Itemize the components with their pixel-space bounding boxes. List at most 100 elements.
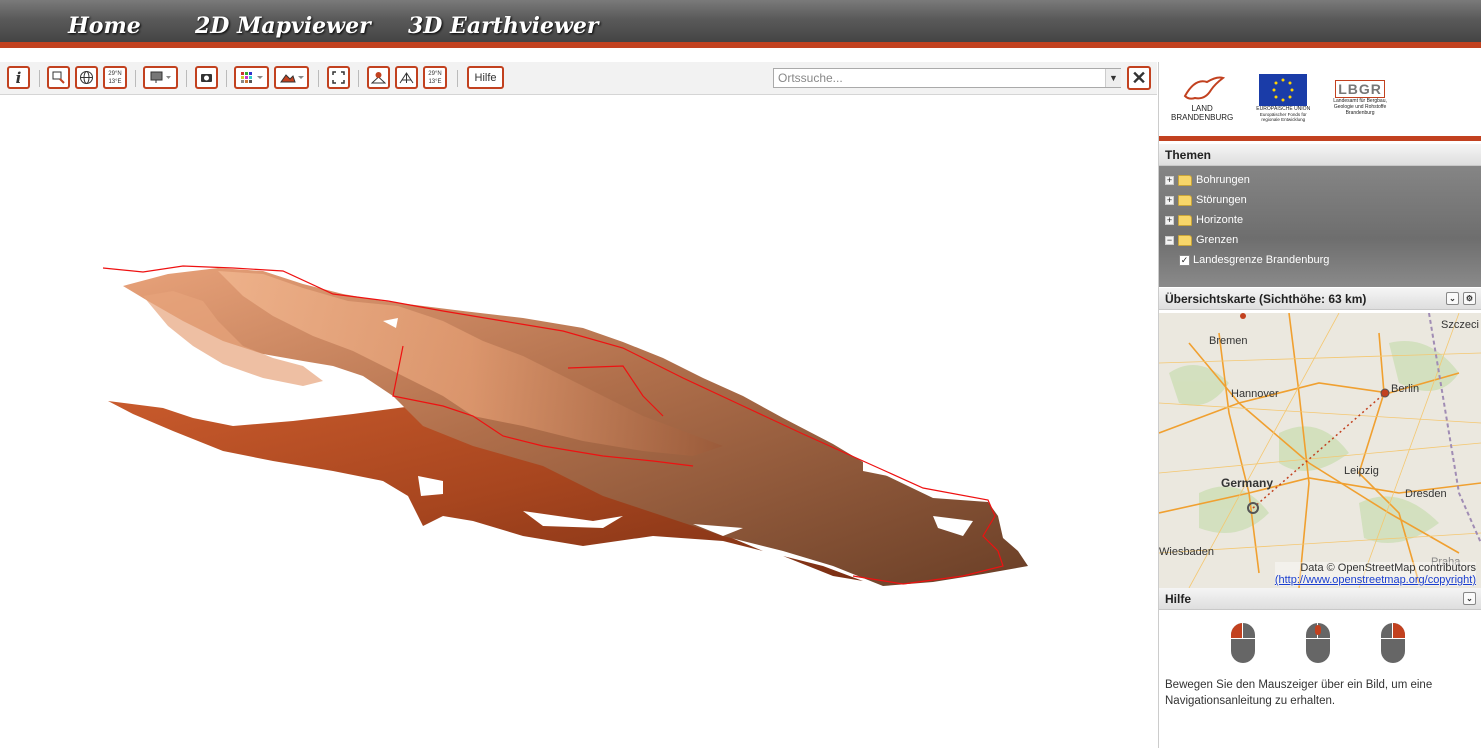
help-title: Hilfe: [1165, 591, 1192, 606]
tree-item-horizonte[interactable]: + Horizonte: [1165, 212, 1243, 228]
attribution-link[interactable]: (http://www.openstreetmap.org/copyright): [1275, 574, 1476, 586]
coordinates-grid-button[interactable]: 29°N 13°E: [423, 66, 447, 89]
land-line1: LAND: [1191, 104, 1213, 113]
land-line2: BRANDENBURG: [1171, 113, 1234, 122]
info-icon: i: [15, 68, 22, 87]
toolbar-divider: [39, 70, 40, 87]
close-icon: ✕: [1131, 67, 1147, 88]
3d-geology-model[interactable]: [3, 96, 1153, 746]
display-mode-dropdown[interactable]: [143, 66, 178, 89]
folder-open-icon: [1178, 234, 1192, 246]
nav-tab-2d-mapviewer[interactable]: 2D Mapviewer: [174, 6, 371, 46]
folder-icon: [1178, 174, 1192, 186]
tree-item-label: Störungen: [1196, 194, 1247, 206]
eu-logo: EUROPÄISCHE UNION Europäischer Fonds für…: [1253, 74, 1313, 122]
themen-tree: + Bohrungen + Störungen + Horizonte − Gr…: [1159, 166, 1481, 287]
toolbar-divider: [358, 70, 359, 87]
view-top-icon: [371, 72, 386, 84]
city-label: Hannover: [1231, 388, 1279, 400]
screenshot-button[interactable]: [195, 66, 218, 89]
folder-icon: [1178, 214, 1192, 226]
location-search-input[interactable]: [773, 68, 1121, 88]
overview-title: Übersichtskarte (Sichthöhe: 63 km): [1165, 291, 1367, 306]
toolbar-divider: [457, 70, 458, 87]
top-navigation: Home 2D Mapviewer 3D Earthviewer: [0, 0, 1481, 48]
search-dropdown-toggle[interactable]: ▼: [1105, 69, 1121, 87]
zoom-tool-button[interactable]: [47, 66, 70, 89]
toolbar-divider: [226, 70, 227, 87]
layer-color-dropdown[interactable]: [234, 66, 269, 89]
overview-header: Übersichtskarte (Sichthöhe: 63 km) ⌄ ⚙: [1159, 288, 1481, 310]
coordinates-grid-label: 29°N 13°E: [428, 70, 442, 85]
right-mouse-icon[interactable]: [1381, 623, 1405, 663]
extent-icon: [332, 71, 345, 84]
help-button[interactable]: Hilfe: [467, 66, 504, 89]
tree-item-grenzen[interactable]: − Grenzen: [1165, 232, 1238, 248]
view-perspective-icon: [399, 72, 414, 84]
globe-button[interactable]: [75, 66, 98, 89]
expand-icon[interactable]: +: [1165, 175, 1174, 185]
tree-item-stoerungen[interactable]: + Störungen: [1165, 192, 1247, 208]
nav-tab-3d-label: 3D Earthviewer: [408, 13, 599, 39]
city-label: Szczeci: [1441, 319, 1479, 331]
toolbar-divider: [135, 70, 136, 87]
city-label: Leipzig: [1344, 465, 1379, 477]
tree-item-bohrungen[interactable]: + Bohrungen: [1165, 172, 1250, 188]
toolbar-divider: [318, 70, 319, 87]
middle-mouse-icon[interactable]: [1306, 623, 1330, 663]
themen-header: Themen: [1159, 144, 1481, 166]
view-perspective-button[interactable]: [395, 66, 418, 89]
nav-tab-home[interactable]: Home: [47, 6, 141, 46]
eu-line2: Europäischer Fonds für regionale Entwick…: [1259, 112, 1307, 122]
color-grid-icon: [240, 72, 263, 83]
terrain-dropdown[interactable]: [274, 66, 309, 89]
tree-item-label: Horizonte: [1196, 214, 1244, 226]
nav-tab-3d-earthviewer[interactable]: 3D Earthviewer: [387, 6, 599, 46]
folder-icon: [1178, 194, 1192, 206]
close-button[interactable]: ✕: [1127, 66, 1151, 90]
city-label: Dresden: [1405, 488, 1447, 500]
attribution-text: Data © OpenStreetMap contributors: [1300, 562, 1476, 574]
lbgr-title: LBGR: [1335, 80, 1385, 98]
logo-bar: LAND BRANDENBURG EUROPÄISCHE UNION Europ…: [1159, 62, 1481, 134]
nav-tab-2d-label: 2D Mapviewer: [195, 13, 371, 39]
collapse-chevron-icon[interactable]: ⌄: [1463, 592, 1476, 605]
chevron-down-icon: ▼: [1109, 73, 1118, 83]
tree-item-landesgrenze[interactable]: ✓ Landesgrenze Brandenburg: [1179, 252, 1329, 268]
toolbar-divider: [186, 70, 187, 87]
expand-icon[interactable]: +: [1165, 215, 1174, 225]
left-mouse-icon[interactable]: [1231, 623, 1255, 663]
help-panel: Bewegen Sie den Mauszeiger über ein Bild…: [1159, 613, 1481, 748]
layer-checkbox[interactable]: ✓: [1179, 254, 1190, 266]
land-brandenburg-logo: LAND BRANDENBURG: [1171, 74, 1233, 122]
3d-viewport[interactable]: [3, 96, 1153, 746]
help-header: Hilfe ⌄: [1159, 588, 1481, 610]
terrain-icon: [279, 74, 304, 83]
nav-tab-home-label: Home: [68, 13, 141, 39]
city-label: Bremen: [1209, 335, 1248, 347]
city-label: Wiesbaden: [1159, 546, 1215, 558]
coordinates-label: 29°N 13°E: [108, 70, 122, 85]
eagle-icon: [1183, 76, 1226, 100]
camera-icon: [201, 74, 212, 82]
help-button-label: Hilfe: [474, 71, 497, 84]
fullextent-button[interactable]: [327, 66, 350, 89]
eu-flag-icon: [1259, 74, 1308, 106]
lbgr-line3: Brandenburg: [1345, 110, 1375, 116]
collapse-icon[interactable]: −: [1165, 235, 1174, 245]
help-instruction-text: Bewegen Sie den Mauszeiger über ein Bild…: [1165, 679, 1433, 707]
expand-icon[interactable]: +: [1165, 195, 1174, 205]
coordinates-button[interactable]: 29°N 13°E: [103, 66, 127, 89]
map-attribution: Data © OpenStreetMap contributors (http:…: [1274, 562, 1476, 586]
globe-icon: [80, 71, 93, 84]
overview-map[interactable]: Bremen Hannover Berlin Leipzig Dresden G…: [1159, 313, 1481, 588]
info-button[interactable]: i: [7, 66, 30, 89]
city-label: Berlin: [1391, 383, 1420, 395]
right-sidebar: LAND BRANDENBURG EUROPÄISCHE UNION Europ…: [1158, 62, 1481, 748]
gear-icon[interactable]: ⚙: [1463, 292, 1476, 305]
tree-item-label: Bohrungen: [1196, 174, 1250, 186]
lbgr-logo: LBGR Landesamt für Bergbau, Geologie und…: [1333, 80, 1387, 116]
themen-title: Themen: [1165, 147, 1212, 162]
collapse-chevron-icon[interactable]: ⌄: [1446, 292, 1459, 305]
view-top-button[interactable]: [367, 66, 390, 89]
